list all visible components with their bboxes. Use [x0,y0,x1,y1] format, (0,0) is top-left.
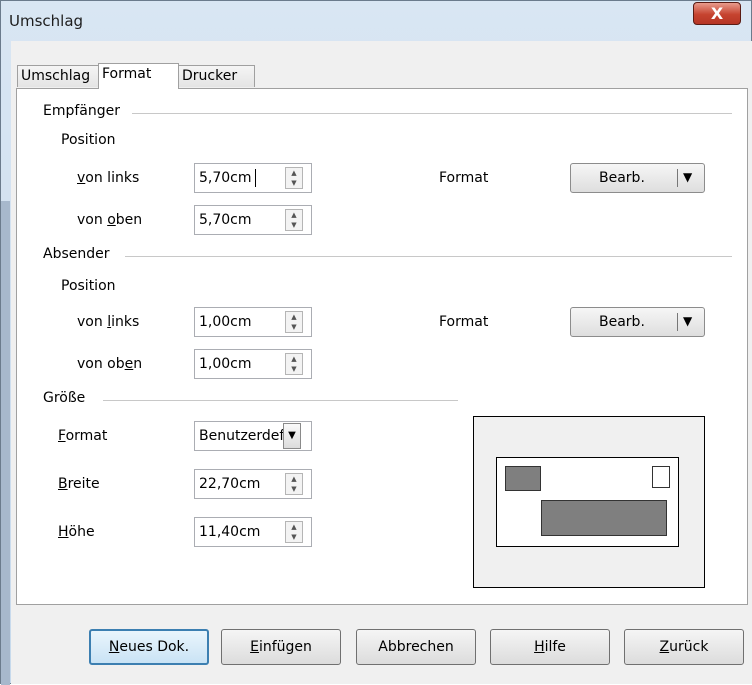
dropdown-arrow-icon[interactable]: ▼ [683,314,692,328]
envelope-format-select[interactable]: Benutzerdefiniert ▼ [194,421,312,451]
tab-format[interactable]: Format [98,63,179,89]
sender-address-block [505,466,541,491]
close-button[interactable]: X [693,2,741,25]
spin-down-icon[interactable]: ▼ [286,220,302,230]
spin-up-icon[interactable]: ▲ [286,522,302,532]
spin-up-icon[interactable]: ▲ [286,168,302,178]
spin-up-icon[interactable]: ▲ [286,312,302,322]
sender-top-spinner[interactable]: 1,00cm ▲ ▼ [194,349,312,379]
sender-format-label: Format [439,314,489,330]
size-separator [103,400,458,401]
spin-up-icon[interactable]: ▲ [286,354,302,364]
sender-position-label: Position [61,278,116,294]
help-button[interactable]: Hilfe [490,629,610,665]
spinner-arrows[interactable]: ▲ ▼ [285,311,303,333]
background-window-edge [1,201,10,685]
sender-left-label: von links [77,314,140,330]
recipient-edit-button[interactable]: Bearb. ▼ [570,163,705,193]
chevron-down-icon[interactable]: ▼ [283,423,301,449]
sender-left-value: 1,00cm [199,314,252,330]
spinner-arrows[interactable]: ▲ ▼ [285,167,303,189]
tab-drucker[interactable]: Drucker [178,65,255,87]
recipient-position-label: Position [61,132,116,148]
spin-up-icon[interactable]: ▲ [286,474,302,484]
size-heading: Größe [43,390,86,406]
spin-down-icon[interactable]: ▼ [286,484,302,494]
envelope-preview [473,416,705,588]
tab-umschlag[interactable]: Umschlag [17,65,99,87]
size-height-label: Höhe [58,524,95,540]
envelope-outline [496,457,679,547]
recipient-top-label: von oben [77,212,143,228]
spin-down-icon[interactable]: ▼ [286,364,302,374]
spinner-arrows[interactable]: ▲ ▼ [285,209,303,231]
menu-button-divider [677,169,678,187]
recipient-edit-label: Bearb. [599,170,645,186]
cancel-button[interactable]: Abbrechen [356,629,476,665]
sender-separator [125,256,732,257]
recipient-left-spinner[interactable]: 5,70cm ▲ ▼ [194,163,312,193]
sender-heading: Absender [43,246,110,262]
spin-down-icon[interactable]: ▼ [286,322,302,332]
recipient-left-value: 5,70cm [199,170,252,186]
recipient-format-label: Format [439,170,489,186]
spinner-arrows[interactable]: ▲ ▼ [285,353,303,375]
recipient-top-spinner[interactable]: 5,70cm ▲ ▼ [194,205,312,235]
menu-button-divider [677,313,678,331]
height-spinner[interactable]: 11,40cm ▲ ▼ [194,517,312,547]
sender-top-value: 1,00cm [199,356,252,372]
dialog-window: Umschlag X Umschlag Format Drucker Empfä… [0,0,752,685]
sender-top-label: von oben [77,356,143,372]
width-spinner[interactable]: 22,70cm ▲ ▼ [194,469,312,499]
envelope-format-value: Benutzerdefiniert [199,428,283,444]
width-value: 22,70cm [199,476,261,492]
title-bar[interactable]: Umschlag X [1,1,751,41]
sender-edit-label: Bearb. [599,314,645,330]
back-button[interactable]: Zurück [624,629,744,665]
size-width-label: Breite [58,476,100,492]
spin-down-icon[interactable]: ▼ [286,178,302,188]
close-icon: X [710,4,724,23]
sender-left-spinner[interactable]: 1,00cm ▲ ▼ [194,307,312,337]
size-format-label: Format [58,428,108,444]
spinner-arrows[interactable]: ▲ ▼ [285,473,303,495]
recipient-heading: Empfänger [43,103,121,119]
spinner-arrows[interactable]: ▲ ▼ [285,521,303,543]
height-value: 11,40cm [199,524,261,540]
sender-edit-button[interactable]: Bearb. ▼ [570,307,705,337]
text-cursor [255,169,256,187]
recipient-left-label: von links [77,170,140,186]
spin-up-icon[interactable]: ▲ [286,210,302,220]
new-document-button[interactable]: Neues Dok. [89,629,209,665]
dialog-client-area: Umschlag Format Drucker Empfänger Positi… [11,41,752,684]
dropdown-arrow-icon[interactable]: ▼ [683,170,692,184]
spin-down-icon[interactable]: ▼ [286,532,302,542]
window-title: Umschlag [9,12,84,30]
stamp-placeholder [652,466,670,488]
recipient-address-block [541,500,667,536]
recipient-top-value: 5,70cm [199,212,252,228]
recipient-separator [132,113,732,114]
insert-button[interactable]: Einfügen [221,629,341,665]
